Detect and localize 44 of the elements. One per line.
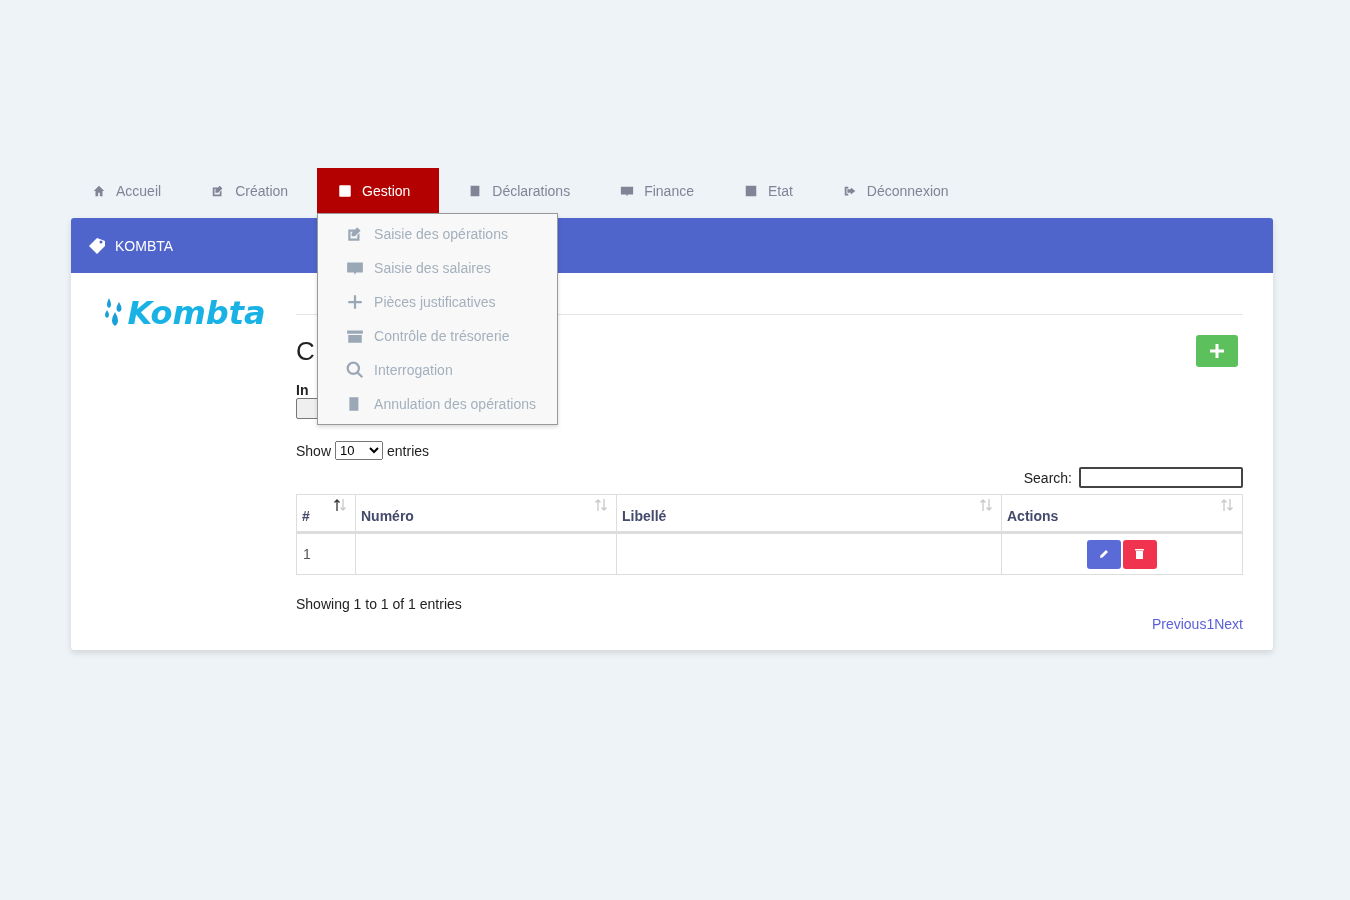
nav-tab[interactable]: Etat [722, 168, 814, 213]
nav-tab[interactable]: Finance [599, 168, 715, 213]
menu-item[interactable]: Saisie des opérations [318, 217, 558, 251]
nav-icon [92, 183, 106, 198]
page-heading: C [296, 335, 315, 367]
import-label: In [296, 382, 310, 398]
menu-item[interactable]: Pièces justificatives [318, 285, 558, 319]
pagination-link[interactable]: Next [1214, 616, 1243, 632]
pagination-link[interactable]: 1 [1206, 616, 1215, 632]
menu-item[interactable]: Saisie des salaires [318, 251, 558, 285]
nav-icon [338, 183, 353, 198]
tag-icon [87, 235, 107, 256]
trash-icon [1135, 547, 1145, 559]
menu-icon [346, 259, 365, 277]
table-cell: 1 [296, 532, 356, 575]
menu-item[interactable]: Annulation des opérations [318, 387, 558, 421]
nav-tab[interactable]: Accueil [71, 168, 183, 213]
pencil-icon [1099, 548, 1110, 559]
search-label: Search: [1023, 469, 1072, 486]
column-header[interactable]: Actions [1001, 494, 1243, 533]
nav-tab[interactable]: Déconnexion [821, 168, 970, 213]
column-header[interactable]: Libellé [616, 494, 1002, 533]
column-header[interactable]: # [296, 494, 356, 533]
entries-select[interactable]: 10 [335, 441, 384, 460]
menu-icon [346, 327, 365, 345]
card-title: KOMBTA [115, 237, 174, 254]
table-info: Showing 1 to 1 of 1 entries [296, 596, 463, 612]
search-field[interactable] [1079, 467, 1243, 488]
nav-tab[interactable]: Gestion [317, 168, 440, 213]
nav-icon [743, 183, 758, 198]
plus-icon [1210, 344, 1224, 358]
edit-button[interactable] [1087, 539, 1122, 569]
delete-button[interactable] [1122, 539, 1157, 569]
menu-item[interactable]: Interrogation [318, 353, 558, 387]
menu-icon [346, 293, 365, 311]
column-header[interactable]: Numéro [355, 494, 617, 533]
pagination-link[interactable]: Previous [1151, 616, 1207, 632]
length-label: Show [296, 442, 332, 459]
menu-icon [346, 361, 365, 379]
nav-tab[interactable]: Déclarations [447, 168, 592, 213]
length-label: entries [387, 442, 430, 459]
nav-tab[interactable]: Création [190, 168, 310, 213]
logo: Kombta [127, 293, 266, 332]
menu-item[interactable]: Contrôle de trésorerie [318, 319, 558, 353]
